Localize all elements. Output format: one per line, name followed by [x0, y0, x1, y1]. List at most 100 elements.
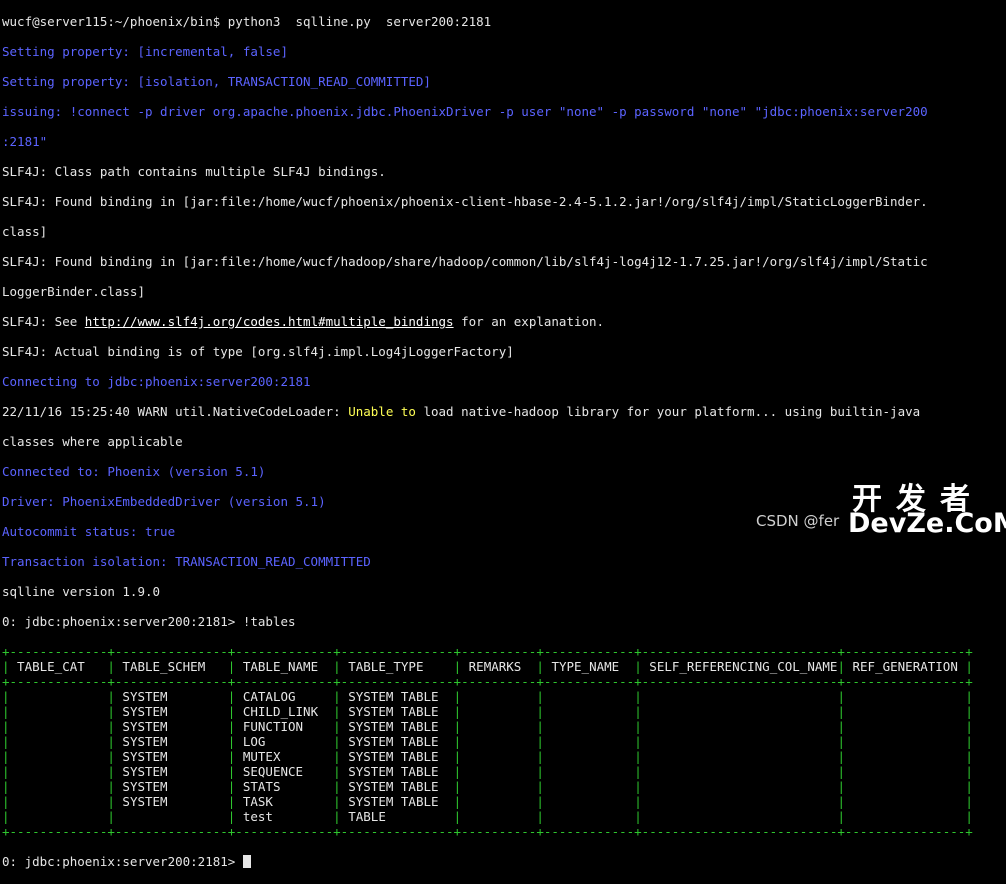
- table-cell: [845, 794, 965, 809]
- output-line: class]: [2, 224, 48, 239]
- see-prefix: SLF4J: See: [2, 314, 85, 329]
- table-cell: [10, 749, 108, 764]
- table-cell: [642, 719, 838, 734]
- table-row: | | SYSTEM | LOG | SYSTEM TABLE | | | | …: [2, 734, 973, 749]
- watermark-en-text: DevZe.CoM: [848, 508, 1006, 539]
- table-row: | | | test | TABLE | | | | |: [2, 809, 973, 824]
- table-cell: [461, 749, 536, 764]
- warn-prefix: 22/11/16 15:25:40 WARN util.NativeCodeLo…: [2, 404, 349, 419]
- table-cell: [845, 719, 965, 734]
- table-cell: [845, 809, 965, 824]
- tables-result: +-------------+---------------+---------…: [2, 644, 1004, 839]
- table-cell: SYSTEM: [114, 689, 228, 704]
- csdn-watermark: CSDN @fer: [756, 512, 840, 530]
- sqlline-final-prompt[interactable]: 0: jdbc:phoenix:server200:2181>: [2, 854, 1004, 869]
- table-cell: [544, 719, 634, 734]
- table-cell: [10, 719, 108, 734]
- see-suffix: for an explanation.: [453, 314, 605, 329]
- table-cell: [845, 779, 965, 794]
- shell-command: python3 sqlline.py server200:2181: [220, 14, 492, 29]
- table-cell: SYSTEM TABLE: [340, 779, 454, 794]
- shell-command-line: wucf@server115:~/phoenix/bin$ python3 sq…: [2, 14, 1004, 29]
- table-cell: [642, 689, 838, 704]
- table-cell: SYSTEM: [114, 749, 228, 764]
- output-line: SLF4J: Found binding in [jar:file:/home/…: [2, 194, 928, 209]
- warn-suffix: load native-hadoop library for your plat…: [415, 404, 921, 419]
- table-header-cell: TABLE_CAT: [9, 659, 108, 674]
- table-cell: SYSTEM: [114, 764, 228, 779]
- table-cell: CATALOG: [235, 689, 334, 704]
- table-cell: [10, 734, 108, 749]
- table-cell: [10, 764, 108, 779]
- table-cell: [544, 809, 634, 824]
- table-cell: [544, 704, 634, 719]
- table-cell: TABLE: [340, 809, 454, 824]
- table-cell: [461, 734, 536, 749]
- table-cell: SYSTEM: [114, 704, 228, 719]
- output-line: Transaction isolation: TRANSACTION_READ_…: [2, 554, 371, 569]
- table-cell: [642, 779, 838, 794]
- table-cell: [10, 689, 108, 704]
- table-cell: [642, 764, 838, 779]
- table-header-cell: TABLE_TYPE: [340, 659, 454, 674]
- output-line: sqlline version 1.9.0: [2, 584, 161, 599]
- table-cell: SYSTEM TABLE: [340, 764, 454, 779]
- table-row: | | SYSTEM | CATALOG | SYSTEM TABLE | | …: [2, 689, 973, 704]
- warn-line: 22/11/16 15:25:40 WARN util.NativeCodeLo…: [2, 404, 1004, 419]
- table-cell: SYSTEM TABLE: [340, 794, 454, 809]
- table-row: | | SYSTEM | FUNCTION | SYSTEM TABLE | |…: [2, 719, 973, 734]
- terminal-output[interactable]: wucf@server115:~/phoenix/bin$ python3 sq…: [2, 0, 1004, 884]
- table-cell: [544, 749, 634, 764]
- table-cell: [461, 809, 536, 824]
- table-cell: SYSTEM: [114, 779, 228, 794]
- slf4j-link[interactable]: http://www.slf4j.org/codes.html#multiple…: [85, 314, 454, 329]
- table-cell: [10, 704, 108, 719]
- output-line: issuing: !connect -p driver org.apache.p…: [2, 104, 928, 119]
- table-cell: [642, 704, 838, 719]
- table-cell: [845, 689, 965, 704]
- output-line: SLF4J: Actual binding is of type [org.sl…: [2, 344, 514, 359]
- final-prompt-text: 0: jdbc:phoenix:server200:2181>: [2, 854, 243, 869]
- output-line: LoggerBinder.class]: [2, 284, 145, 299]
- devze-watermark-logo: 开发者 DevZe.CoM: [848, 474, 1006, 540]
- table-cell: [845, 764, 965, 779]
- table-cell: LOG: [235, 734, 334, 749]
- table-cell: [461, 794, 536, 809]
- table-cell: SYSTEM TABLE: [340, 719, 454, 734]
- table-header-cell: TYPE_NAME: [543, 659, 635, 674]
- table-header-cell: TABLE_SCHEM: [114, 659, 228, 674]
- output-line: Setting property: [isolation, TRANSACTIO…: [2, 74, 431, 89]
- table-header-cell: SELF_REFERENCING_COL_NAME: [641, 659, 838, 674]
- output-line: SLF4J: Found binding in [jar:file:/home/…: [2, 254, 928, 269]
- table-cell: [544, 764, 634, 779]
- table-cell: SYSTEM: [114, 734, 228, 749]
- output-line: SLF4J: Class path contains multiple SLF4…: [2, 164, 386, 179]
- table-cell: SYSTEM: [114, 794, 228, 809]
- table-cell: [461, 719, 536, 734]
- table-cell: [10, 794, 108, 809]
- table-cell: [461, 764, 536, 779]
- table-header-cell: REF_GENERATION: [844, 659, 966, 674]
- table-cell: FUNCTION: [235, 719, 334, 734]
- output-line: :2181": [2, 134, 48, 149]
- table-cell: [845, 734, 965, 749]
- sqlline-prompt-tables: 0: jdbc:phoenix:server200:2181> !tables: [2, 614, 296, 629]
- table-cell: SYSTEM: [114, 719, 228, 734]
- table-cell: [461, 779, 536, 794]
- table-header: | TABLE_CAT | TABLE_SCHEM | TABLE_NAME |…: [2, 659, 973, 674]
- output-line: classes where applicable: [2, 434, 183, 449]
- table-header-cell: REMARKS: [461, 659, 537, 674]
- table-cell: [544, 734, 634, 749]
- table-border: +-------------+---------------+---------…: [2, 674, 973, 689]
- table-cell: SYSTEM TABLE: [340, 734, 454, 749]
- table-border: +-------------+---------------+---------…: [2, 824, 973, 839]
- output-line: Setting property: [incremental, false]: [2, 44, 288, 59]
- table-cell: STATS: [235, 779, 334, 794]
- table-cell: SEQUENCE: [235, 764, 334, 779]
- table-cell: TASK: [235, 794, 334, 809]
- table-cell: [845, 704, 965, 719]
- table-cell: SYSTEM TABLE: [340, 704, 454, 719]
- table-border: +-------------+---------------+---------…: [2, 644, 973, 659]
- shell-prompt: wucf@server115:~/phoenix/bin$: [2, 14, 221, 29]
- table-cell: SYSTEM TABLE: [340, 689, 454, 704]
